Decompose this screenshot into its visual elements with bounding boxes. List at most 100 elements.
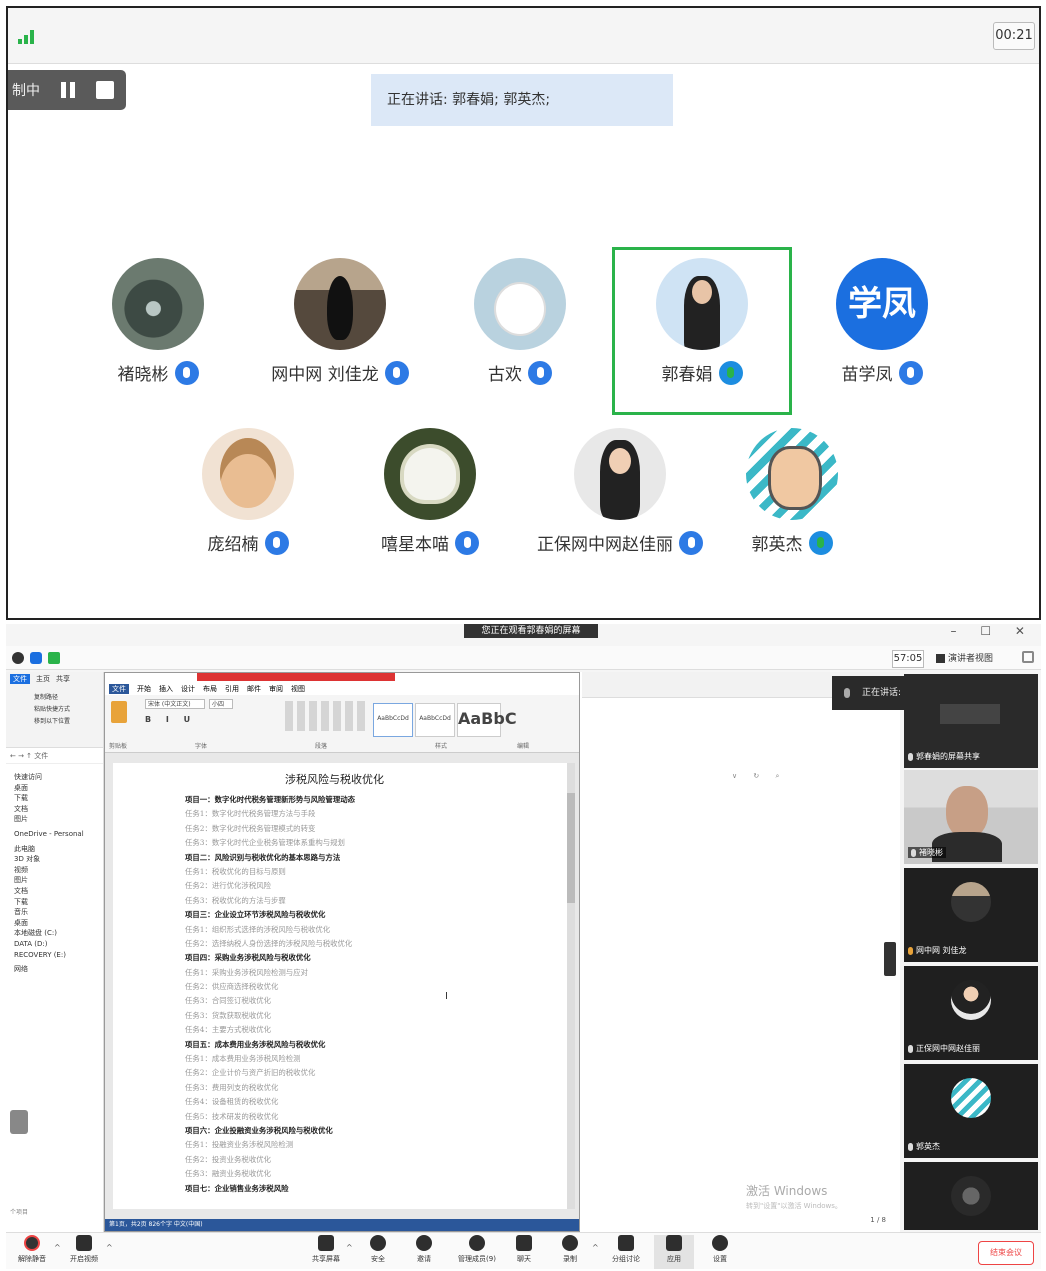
fullscreen-icon[interactable]	[1022, 651, 1034, 663]
word-tab[interactable]: 文件	[109, 684, 129, 694]
nav-item-onedrive[interactable]: OneDrive - Personal	[14, 829, 103, 840]
stop-recording-button[interactable]	[96, 81, 114, 99]
toolbar-item[interactable]: ↻	[753, 772, 759, 780]
nav-item[interactable]: 此电脑	[14, 844, 103, 855]
gallery-view-panel: 00:21 制中 正在讲话: 郭春娟; 郭英杰; 褚晓彬 网中网 刘佳龙 古欢 …	[6, 6, 1041, 620]
viewing-share-banner[interactable]: 您正在观看郭春娟的屏幕	[464, 624, 598, 638]
invite-button[interactable]: 邀请	[404, 1235, 444, 1264]
chevron-up-icon[interactable]: ^	[106, 1243, 113, 1252]
nav-item[interactable]: 视频	[14, 865, 103, 876]
nav-item[interactable]: DATA (D:)	[14, 939, 103, 950]
shield-icon[interactable]	[30, 652, 42, 664]
share-screen-button[interactable]: 共享屏幕	[306, 1235, 346, 1264]
sidebar-toggle-handle[interactable]	[884, 942, 896, 976]
style-normal[interactable]: AaBbCcDd	[373, 703, 413, 737]
end-meeting-button[interactable]: 结束会议	[978, 1241, 1034, 1265]
style-no-spacing[interactable]: AaBbCcDd	[415, 703, 455, 737]
sidebar-tile-video[interactable]: 褚晓彬	[904, 770, 1038, 864]
tile-name: 郭春娟的屏幕共享	[916, 752, 980, 761]
word-tab[interactable]: 设计	[181, 684, 195, 694]
nav-item[interactable]: 桌面	[14, 783, 103, 794]
sidebar-tile[interactable]: 网中网 刘佳龙	[904, 868, 1038, 962]
apps-button[interactable]: 应用	[654, 1235, 694, 1269]
toolbar-item[interactable]: ∨	[732, 772, 737, 780]
participant-tile[interactable]: 褚晓彬	[70, 254, 246, 404]
document-body: 项目一：数字化时代税务管理新形势与风险管理动态 任务1：数字化时代税务管理方法与手…	[185, 793, 567, 1196]
word-tab[interactable]: 引用	[225, 684, 239, 694]
document-line: 任务2：企业计价与资产折旧的税收优化	[185, 1068, 316, 1078]
chevron-up-icon[interactable]: ^	[346, 1243, 353, 1252]
security-button[interactable]: 安全	[358, 1235, 398, 1264]
explorer-tab[interactable]: 主页	[36, 674, 50, 684]
word-tab[interactable]: 布局	[203, 684, 217, 694]
font-name-select[interactable]: 宋体 (中文正文)	[145, 699, 205, 709]
nav-item[interactable]: 本地磁盘 (C:)	[14, 928, 103, 939]
chevron-up-icon[interactable]: ^	[54, 1243, 61, 1252]
participant-tile-active[interactable]: 郭春娟	[614, 254, 790, 404]
ribbon-item[interactable]: 移到以下位置	[34, 716, 70, 725]
network-signal-icon[interactable]	[18, 28, 36, 44]
ribbon-item[interactable]: 粘贴快捷方式	[34, 704, 70, 713]
pause-recording-button[interactable]	[56, 78, 80, 102]
participant-tile[interactable]: 学凤 苗学凤	[794, 254, 970, 404]
nav-item[interactable]: 文档	[14, 804, 103, 815]
start-video-button[interactable]: 开启视频	[64, 1235, 104, 1264]
participant-tile[interactable]: 庞绍楠	[160, 424, 336, 574]
document-heading: 项目六：企业投融资业务涉税风险与税收优化	[185, 1125, 333, 1135]
explorer-tab[interactable]: 文件	[10, 674, 30, 684]
collapse-panel-icon[interactable]	[10, 1110, 28, 1134]
nav-item[interactable]: 桌面	[14, 918, 103, 929]
view-switch-button[interactable]: 演讲者视图	[936, 650, 1018, 668]
nav-item[interactable]: 3D 对象	[14, 854, 103, 865]
word-tab[interactable]: 审阅	[269, 684, 283, 694]
toolbar-item[interactable]: ⌕	[775, 772, 779, 780]
participant-name: 网中网 刘佳龙	[271, 365, 379, 385]
document-page[interactable]: 涉税风险与税收优化 项目一：数字化时代税务管理新形势与风险管理动态 任务1：数字化…	[113, 763, 567, 1209]
nav-item[interactable]: 网络	[14, 964, 103, 975]
document-scrollbar[interactable]	[567, 763, 575, 1209]
format-buttons-icon[interactable]: B I U	[145, 715, 196, 724]
unmute-button[interactable]: 解除静音	[12, 1235, 52, 1264]
settings-button[interactable]: 设置	[700, 1235, 740, 1264]
nav-item[interactable]: RECOVERY (E:)	[14, 950, 103, 961]
word-tab[interactable]: 邮件	[247, 684, 261, 694]
chevron-up-icon[interactable]: ^	[592, 1243, 599, 1252]
participant-tile[interactable]: 古欢	[432, 254, 608, 404]
record-button[interactable]: 录制	[550, 1235, 590, 1264]
sidebar-tile[interactable]: 郭英杰	[904, 1064, 1038, 1158]
explorer-tab[interactable]: 共享	[56, 674, 70, 684]
nav-item[interactable]: 图片	[14, 814, 103, 825]
chat-button[interactable]: 聊天	[504, 1235, 544, 1264]
signal-icon[interactable]	[48, 652, 60, 664]
word-tab[interactable]: 视图	[291, 684, 305, 694]
breakout-rooms-button[interactable]: 分组讨论	[604, 1235, 648, 1264]
info-icon[interactable]	[12, 652, 24, 664]
participant-tile[interactable]: 郭英杰	[704, 424, 880, 574]
sidebar-tile[interactable]	[904, 1162, 1038, 1230]
nav-item[interactable]: 音乐	[14, 907, 103, 918]
recording-controls: 制中	[8, 70, 126, 110]
participant-tile[interactable]: 正保网中网赵佳丽	[522, 424, 718, 574]
paragraph-buttons-icon[interactable]	[285, 701, 365, 731]
sidebar-tile-share[interactable]: 郭春娟的屏幕共享	[904, 674, 1038, 768]
record-icon	[562, 1235, 578, 1251]
explorer-ribbon: 文件 主页 共享 复制路径 粘贴快捷方式 移到以下位置	[6, 672, 103, 748]
participant-tile[interactable]: 嘻星本喵	[342, 424, 518, 574]
paste-icon[interactable]	[111, 701, 127, 723]
word-tab[interactable]: 插入	[159, 684, 173, 694]
window-controls[interactable]: – ☐ ✕	[951, 624, 1035, 638]
nav-item[interactable]: 快速访问	[14, 772, 103, 783]
nav-item[interactable]: 文档	[14, 886, 103, 897]
style-heading-1[interactable]: AaBbC	[457, 703, 517, 737]
sidebar-tile[interactable]: 正保网中网赵佳丽	[904, 966, 1038, 1060]
word-tab[interactable]: 开始	[137, 684, 151, 694]
explorer-address-bar[interactable]: ← → ↑ 文件	[6, 748, 103, 764]
nav-item[interactable]: 图片	[14, 875, 103, 886]
ribbon-item[interactable]: 复制路径	[34, 692, 58, 701]
participants-button[interactable]: 管理成员(9)	[452, 1235, 502, 1264]
document-line: 任务4：设备租赁的税收优化	[185, 1097, 279, 1107]
nav-item[interactable]: 下载	[14, 897, 103, 908]
nav-item[interactable]: 下载	[14, 793, 103, 804]
font-size-select[interactable]: 小四	[209, 699, 233, 709]
participant-tile[interactable]: 网中网 刘佳龙	[252, 254, 428, 404]
